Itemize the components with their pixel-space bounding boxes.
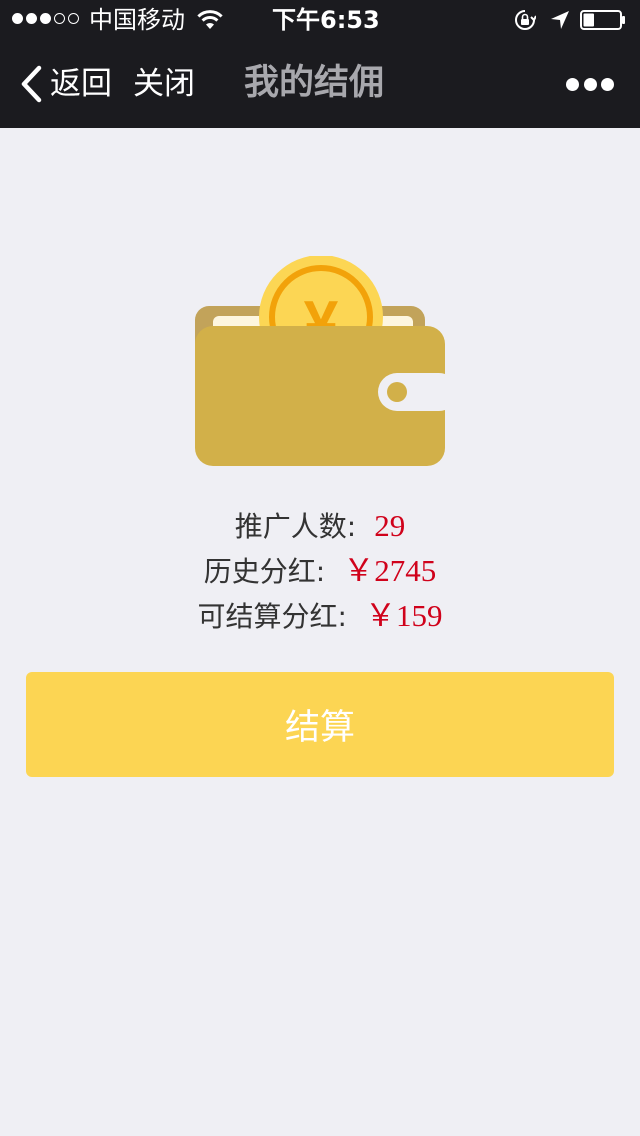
more-options-button[interactable]	[566, 76, 614, 92]
signal-dot-icon	[12, 13, 23, 24]
more-dot-icon	[566, 77, 579, 91]
top-bar: 中国移动 下午6:53 返回 关闭 我的结佣	[0, 0, 640, 128]
stat-label: 可结算分红:	[197, 600, 347, 633]
stat-value: 29	[374, 508, 406, 543]
signal-dot-icon	[54, 13, 65, 24]
back-button[interactable]: 返回	[18, 62, 112, 106]
rotation-lock-icon	[515, 10, 536, 30]
close-button[interactable]: 关闭	[133, 62, 195, 106]
status-bar: 中国移动 下午6:53	[0, 0, 640, 40]
signal-strength-icon	[12, 13, 79, 24]
signal-dot-icon	[40, 13, 51, 24]
stat-value: ￥2745	[343, 553, 437, 588]
back-button-label: 返回	[50, 66, 112, 102]
stat-referral-count: 推广人数: 29	[0, 503, 640, 548]
more-dot-icon	[583, 77, 597, 91]
location-arrow-icon	[551, 11, 569, 29]
stat-value: ￥159	[364, 598, 443, 633]
stat-label: 推广人数:	[234, 510, 357, 543]
settle-button[interactable]: 结算	[26, 672, 614, 777]
stat-historical-dividend: 历史分红: ￥2745	[0, 548, 640, 593]
stat-settleable-dividend: 可结算分红: ￥159	[0, 593, 640, 638]
navigation-bar: 返回 关闭 我的结佣	[0, 40, 640, 128]
signal-dot-icon	[26, 13, 37, 24]
signal-dot-icon	[68, 13, 79, 24]
stat-label: 历史分红:	[203, 555, 326, 588]
more-dot-icon	[601, 77, 614, 91]
carrier-name: 中国移动	[89, 6, 185, 34]
commission-stats: 推广人数: 29 历史分红: ￥2745 可结算分红: ￥159	[0, 503, 640, 638]
battery-icon	[580, 10, 625, 30]
status-time: 下午6:53	[272, 6, 380, 34]
page-title: 我的结佣	[244, 63, 385, 103]
chevron-left-icon	[21, 65, 42, 103]
wallet-icon: ¥	[195, 256, 445, 466]
wifi-icon	[197, 10, 223, 29]
